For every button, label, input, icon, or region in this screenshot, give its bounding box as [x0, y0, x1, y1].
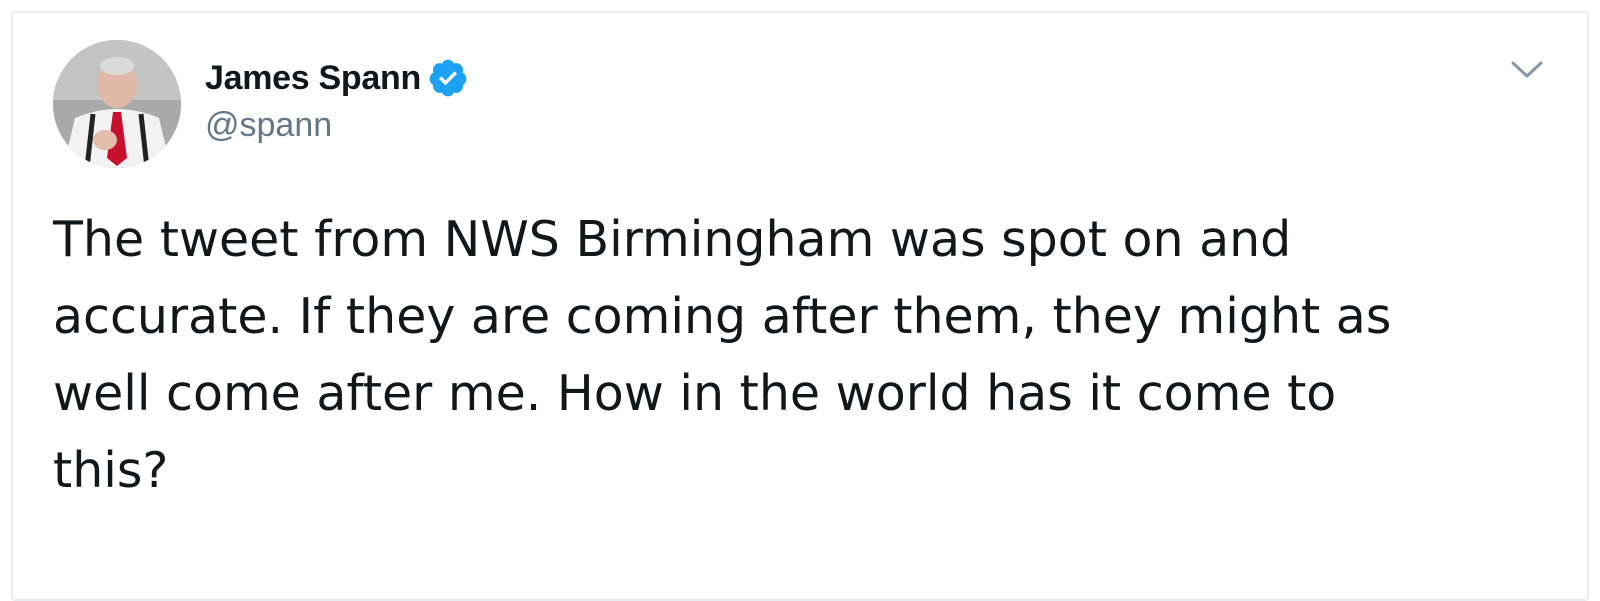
tweet-card: James Spann @spann The tweet from NWS Bi… [11, 11, 1589, 601]
author-handle[interactable]: @spann [205, 106, 469, 145]
chevron-down-icon[interactable] [1510, 58, 1544, 82]
tweet-text: The tweet from NWS Birmingham was spot o… [53, 211, 1392, 499]
avatar-photo [53, 40, 181, 168]
avatar[interactable] [53, 40, 181, 168]
author-display-name[interactable]: James Spann [205, 59, 421, 98]
author-name-row: James Spann [205, 56, 469, 100]
tweet-author[interactable]: James Spann @spann [205, 56, 469, 145]
verified-badge-icon [427, 57, 469, 99]
